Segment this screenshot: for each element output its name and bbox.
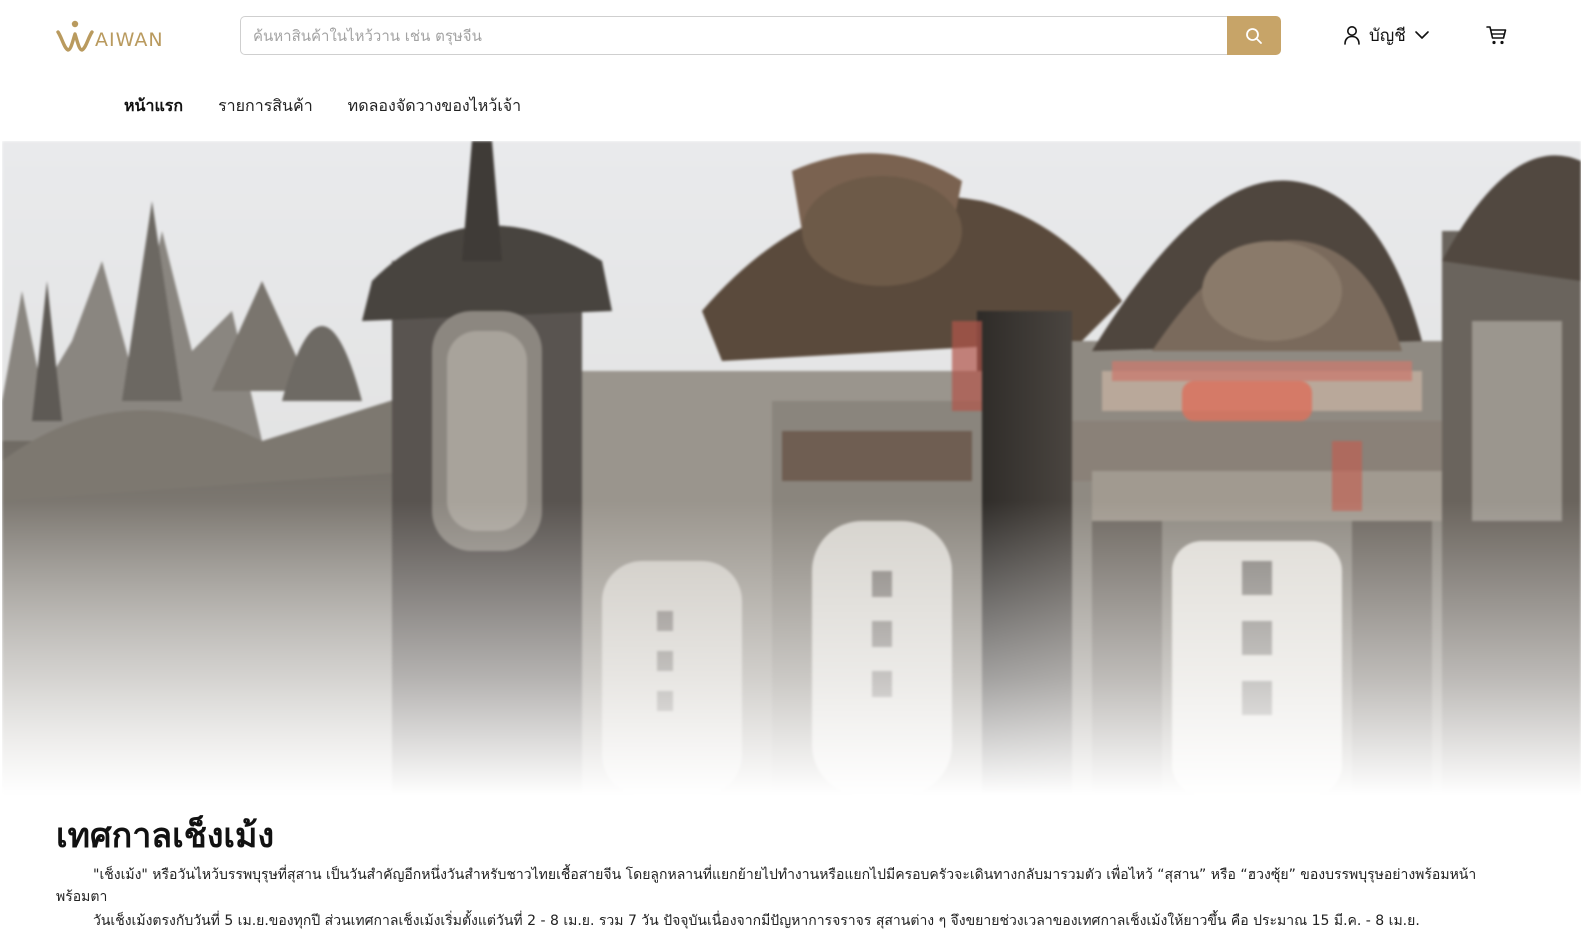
article-title: เทศกาลเช็งเม้ง bbox=[56, 816, 275, 856]
nav-item-altar-planner[interactable]: ทดลองจัดวางของไหว้เจ้า bbox=[348, 94, 521, 119]
temple-hero-illustration bbox=[2, 141, 1581, 795]
main-nav: หน้าแรก รายการสินค้า ทดลองจัดวางของไหว้เ… bbox=[124, 92, 521, 120]
search-input[interactable] bbox=[240, 16, 1227, 55]
logo-text: AIWAN bbox=[95, 29, 164, 51]
site-logo[interactable]: AIWAN bbox=[56, 17, 164, 55]
article-paragraph: วันเช็งเม้งตรงกับวันที่ 5 เม.ย.ของทุกปี … bbox=[93, 913, 1420, 929]
cart-icon bbox=[1486, 26, 1507, 45]
search-button[interactable] bbox=[1227, 16, 1281, 55]
site-header: AIWAN บัญชี bbox=[0, 0, 1581, 72]
hero-image bbox=[2, 141, 1581, 795]
user-icon bbox=[1344, 26, 1360, 45]
article-paragraph: "เช็งเม้ง" หรือวันไหว้บรรพบุรุษที่สุสาน … bbox=[56, 867, 1477, 905]
search-icon bbox=[1246, 27, 1262, 44]
search-bar bbox=[240, 16, 1281, 55]
cart-button[interactable] bbox=[1484, 22, 1510, 48]
nav-item-home[interactable]: หน้าแรก bbox=[124, 94, 183, 119]
account-label: บัญชี bbox=[1369, 25, 1406, 46]
account-menu[interactable]: บัญชี bbox=[1343, 22, 1430, 48]
nav-item-products[interactable]: รายการสินค้า bbox=[218, 94, 313, 119]
chevron-down-icon bbox=[1415, 31, 1429, 39]
logo-mark-icon bbox=[56, 20, 94, 52]
